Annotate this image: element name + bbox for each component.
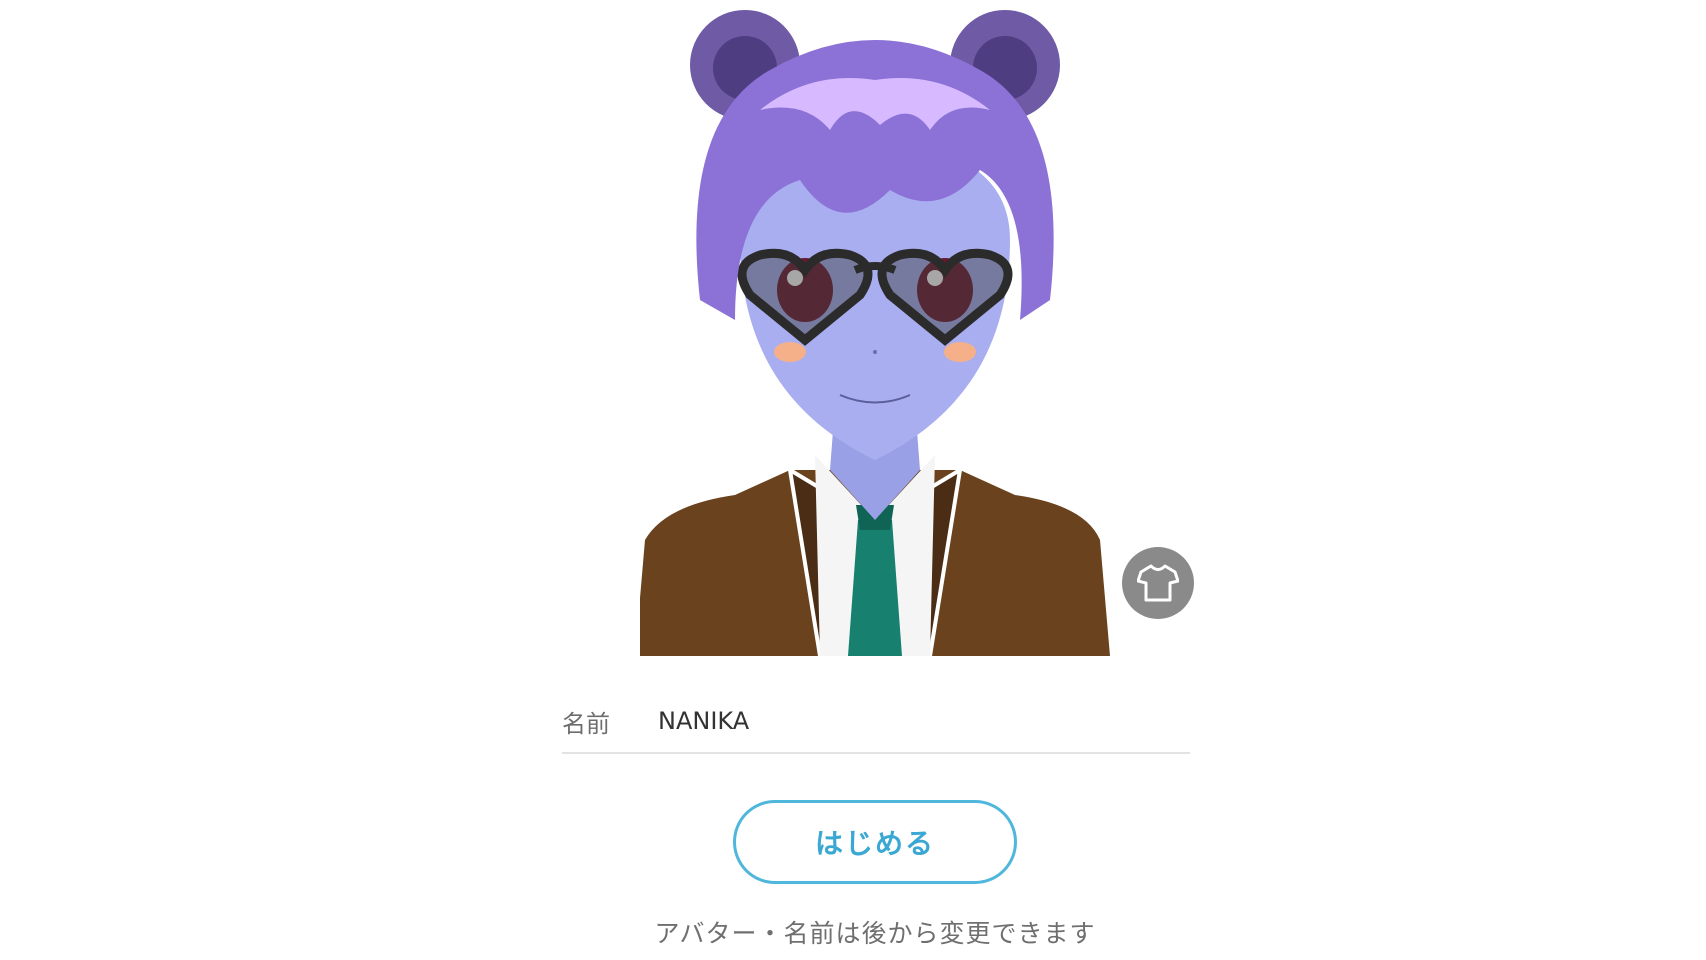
shirt-icon bbox=[1137, 564, 1179, 602]
name-input[interactable] bbox=[658, 707, 1158, 735]
start-button[interactable]: はじめる bbox=[733, 800, 1017, 884]
outfit-button[interactable] bbox=[1122, 547, 1194, 619]
avatar-setup-screen: 名前 はじめる アバター・名前は後から変更できます bbox=[0, 0, 1706, 960]
name-label: 名前 bbox=[562, 709, 610, 738]
change-later-note: アバター・名前は後から変更できます bbox=[654, 919, 1096, 948]
avatar-preview bbox=[640, 0, 1110, 656]
name-field-row: 名前 bbox=[562, 690, 1190, 754]
avatar-illustration bbox=[640, 10, 1110, 656]
